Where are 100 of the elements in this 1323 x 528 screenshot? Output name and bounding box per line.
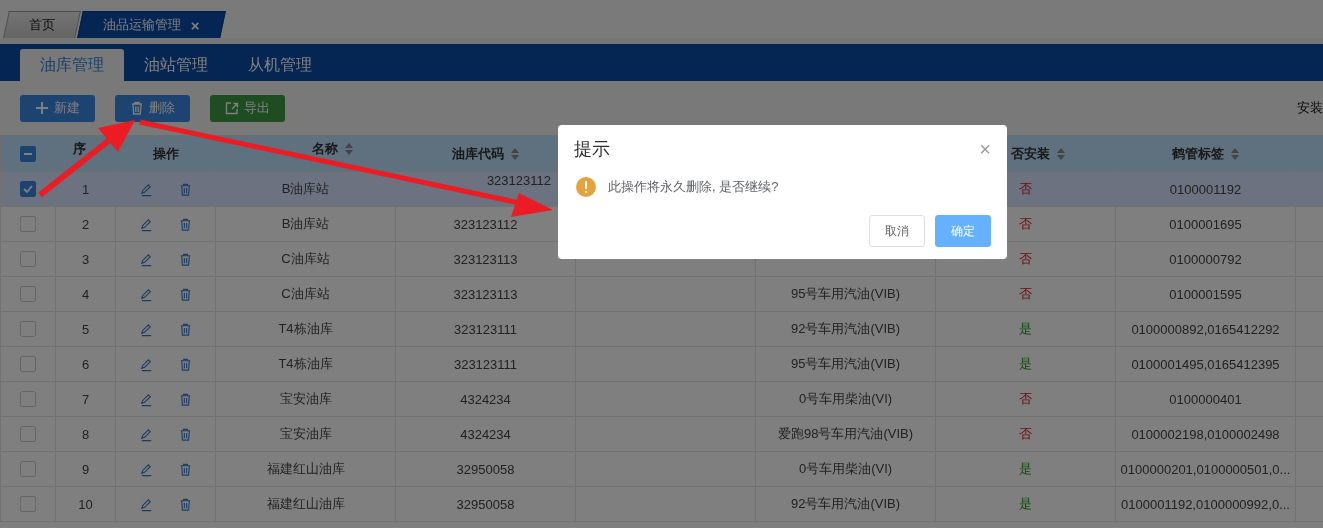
table-cell: 福建红山油库 <box>266 496 345 511</box>
table-cell: 323123113 <box>453 286 518 302</box>
row-checkbox[interactable] <box>20 321 36 338</box>
status-text: 是 <box>1019 496 1032 511</box>
row-checkbox[interactable] <box>20 391 36 408</box>
row-checkbox[interactable] <box>20 461 36 478</box>
status-text: 是 <box>1019 321 1032 336</box>
status-text: 否 <box>1019 181 1032 196</box>
status-text: 是 <box>1019 356 1032 371</box>
section-tab[interactable]: 油站管理 <box>124 49 228 81</box>
export-button[interactable]: 导出 <box>210 94 285 122</box>
column-header: 鹤管标签 <box>1171 144 1224 163</box>
section-tab[interactable]: 从机管理 <box>228 49 332 81</box>
table-cell: C油库站 <box>281 286 330 301</box>
column-header: 序 <box>73 139 86 158</box>
edit-icon[interactable] <box>138 497 154 513</box>
section-tab[interactable]: 油库管理 <box>20 49 124 81</box>
page-tab[interactable]: 油品运输管理 × <box>77 11 226 38</box>
add-button[interactable]: 新建 <box>20 94 95 122</box>
table-cell: 323123111 <box>453 356 518 372</box>
edit-icon[interactable] <box>138 182 154 198</box>
dialog-title: 提示 <box>574 138 610 161</box>
table-cell: 32950058 <box>456 496 515 512</box>
table-cell: B油库站 <box>281 216 330 231</box>
edit-icon[interactable] <box>138 322 154 338</box>
cancel-button[interactable]: 取消 <box>869 215 925 247</box>
row-checkbox[interactable] <box>20 286 36 303</box>
edit-icon[interactable] <box>138 252 154 268</box>
table-cell: 323123112 <box>453 216 518 232</box>
page-tab[interactable]: 首页 <box>3 11 81 38</box>
table-cell: 9 <box>81 461 90 477</box>
table-cell: 32950058 <box>456 461 515 477</box>
status-text: 否 <box>1019 216 1032 231</box>
table-cell: 0100001192,0100000992,0... <box>1121 496 1290 512</box>
table-cell: 宝安油库 <box>279 391 332 406</box>
table-cell: 0100001495,0165412395 <box>1131 356 1280 372</box>
table-cell: 3 <box>81 251 90 267</box>
row-checkbox[interactable] <box>20 426 36 443</box>
filter-label: 安装 <box>1297 99 1323 117</box>
warning-icon <box>576 177 596 197</box>
table-cell: 4324234 <box>460 391 511 407</box>
table-cell: 323123111 <box>453 321 518 337</box>
column-header: 否安装 <box>1011 144 1050 163</box>
column-header: 名称 <box>312 139 338 158</box>
edit-icon[interactable] <box>138 462 154 478</box>
table-cell: 5 <box>81 321 90 337</box>
table-cell: 323123112 <box>486 173 551 188</box>
share-icon <box>225 101 239 115</box>
table-cell: 92号车用汽油(VIB) <box>790 321 901 336</box>
status-text: 是 <box>1019 461 1032 476</box>
table-cell: 0100001192 <box>1169 181 1242 197</box>
column-header: 操作 <box>152 144 179 163</box>
sort-icon[interactable] <box>1229 146 1240 161</box>
select-all-checkbox[interactable] <box>20 145 36 162</box>
close-icon[interactable]: × <box>190 16 200 34</box>
table-cell: 0100001695 <box>1169 216 1242 232</box>
table-cell: 323123113 <box>453 251 518 267</box>
table-cell: 0100000892,0165412292 <box>1131 321 1280 337</box>
table-cell: 0100001595 <box>1169 286 1242 302</box>
edit-icon[interactable] <box>138 427 154 443</box>
table-cell: 福建红山油库 <box>266 461 345 476</box>
status-text: 否 <box>1019 391 1032 406</box>
edit-icon[interactable] <box>138 287 154 303</box>
table-cell: 4324234 <box>460 426 511 442</box>
table-cell: 0号车用柴油(VI) <box>798 391 893 406</box>
table-cell: 95号车用汽油(VIB) <box>790 356 901 371</box>
table-cell: 宝安油库 <box>279 426 332 441</box>
status-text: 否 <box>1019 251 1032 266</box>
table-cell: 0100000401 <box>1169 391 1242 407</box>
close-icon[interactable]: × <box>979 139 991 159</box>
table-cell: 0100000201,0100000501,0... <box>1120 461 1291 477</box>
table-cell: 1 <box>81 181 90 197</box>
row-checkbox[interactable] <box>20 496 36 513</box>
table-cell: 0号车用柴油(VI) <box>798 461 893 476</box>
table-cell: 0100002198,0100002498 <box>1131 426 1280 442</box>
dialog-message: 此操作将永久删除, 是否继续? <box>608 178 779 196</box>
trash-icon <box>130 101 144 115</box>
table-cell: 6 <box>81 356 90 372</box>
table-cell: T4栋油库 <box>278 356 333 371</box>
confirm-button[interactable]: 确定 <box>935 215 991 247</box>
table-cell: 10 <box>78 496 93 512</box>
plus-icon <box>35 101 49 115</box>
edit-icon[interactable] <box>138 217 154 233</box>
sort-icon[interactable] <box>344 141 354 156</box>
delete-button[interactable]: 删除 <box>115 94 190 122</box>
row-checkbox[interactable] <box>20 251 36 268</box>
edit-icon[interactable] <box>138 392 154 408</box>
table-cell: C油库站 <box>281 251 330 266</box>
sort-icon[interactable] <box>1056 146 1066 161</box>
row-checkbox[interactable] <box>20 216 36 233</box>
check-icon <box>22 183 34 196</box>
edit-icon[interactable] <box>138 357 154 373</box>
row-checkbox[interactable] <box>20 181 36 198</box>
sort-icon[interactable] <box>509 146 520 161</box>
table-cell: 95号车用汽油(VIB) <box>790 286 901 301</box>
row-checkbox[interactable] <box>20 356 36 373</box>
table-cell: 7 <box>81 391 90 407</box>
table-cell: B油库站 <box>281 181 330 196</box>
table-cell: 8 <box>81 426 90 442</box>
table-cell: 爱跑98号车用汽油(VIB) <box>777 426 914 441</box>
